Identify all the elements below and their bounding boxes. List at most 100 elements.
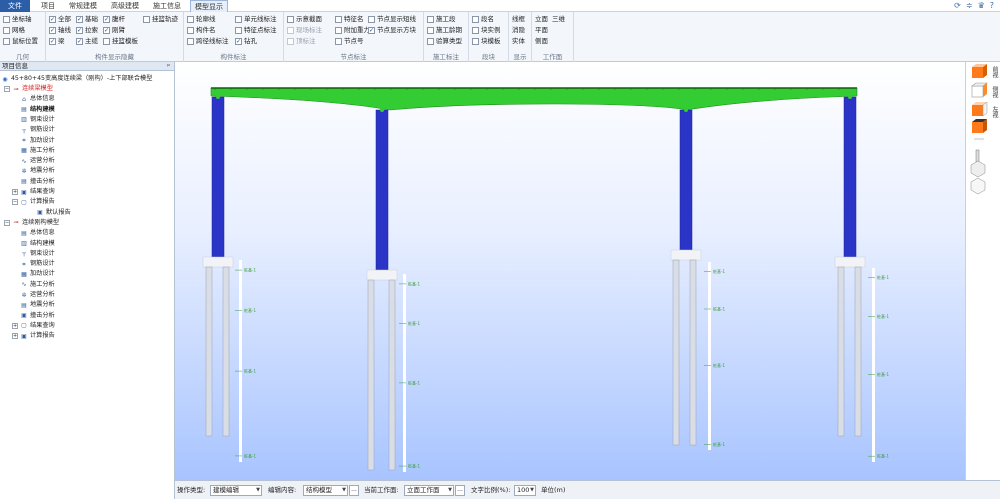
ribbon-checkbox-5-2[interactable]: 块模板 — [472, 37, 501, 46]
checkbox-checked-icon[interactable]: ✓ — [76, 27, 83, 34]
ribbon-checkbox-1-0[interactable]: ✓ 全部 — [49, 15, 71, 24]
ribbon-checkbox-2-0[interactable]: 轮廓线 — [187, 15, 216, 24]
checkbox-empty-icon[interactable] — [103, 38, 110, 45]
checkbox-checked-icon[interactable]: ✓ — [49, 38, 56, 45]
view-top-cube-icon[interactable] — [972, 119, 987, 133]
ribbon-button-7-1[interactable]: 三维 — [552, 15, 565, 24]
ribbon-checkbox-3-6[interactable]: 顶标注 — [287, 37, 316, 46]
ribbon-button-6-1[interactable]: 消隐 — [512, 26, 525, 35]
tree-node[interactable]: ⌂ 总体信息 — [12, 94, 55, 104]
ribbon-checkbox-3-1[interactable]: 特征名 — [335, 15, 364, 24]
tree-node[interactable]: − ▢ 计算报告 — [12, 197, 55, 207]
checkbox-empty-icon[interactable] — [3, 27, 10, 34]
ribbon-checkbox-2-1[interactable]: 单元线标注 — [235, 15, 277, 24]
tree-node[interactable]: + ▢ 结果查询 — [12, 321, 55, 331]
tree-node[interactable]: ▤ 地震分析 — [12, 300, 55, 310]
view-section-icon[interactable] — [975, 149, 980, 163]
ribbon-checkbox-3-5[interactable]: ✓ 节点显示方块 — [368, 26, 416, 35]
up-down-icon[interactable]: ≑ — [966, 1, 973, 11]
checkbox-empty-icon[interactable] — [335, 27, 342, 34]
view-3d-box-icon[interactable] — [970, 160, 986, 178]
checkbox-empty-icon[interactable] — [187, 16, 194, 23]
checkbox-empty-icon[interactable] — [287, 27, 294, 34]
checkbox-empty-icon[interactable] — [427, 38, 434, 45]
ribbon-checkbox-1-5[interactable]: ✓ 拉索 — [76, 26, 98, 35]
ribbon-checkbox-2-3[interactable]: 特征点标注 — [235, 26, 277, 35]
front-view-label[interactable]: 前视 — [990, 66, 999, 78]
collapse-icon[interactable]: − — [4, 86, 10, 92]
ribbon-checkbox-1-3[interactable]: 挂篮轨迹 — [143, 15, 178, 24]
ribbon-checkbox-2-5[interactable]: ✓ 钻孔 — [235, 37, 257, 46]
tree-node[interactable]: − ⊸ 连续梁模型 — [4, 84, 53, 94]
ribbon-checkbox-3-4[interactable]: 附加重力 — [335, 26, 370, 35]
side-view-label[interactable]: 侧视 — [990, 86, 999, 98]
ribbon-checkbox-0-0[interactable]: 坐标轴 — [3, 15, 32, 24]
checkbox-empty-icon[interactable] — [235, 27, 242, 34]
tree-node[interactable]: + ▣ 结果查询 — [12, 187, 55, 197]
view-iso-cube-icon[interactable] — [970, 177, 986, 195]
tree-node[interactable]: ▣ 默认报告 — [36, 208, 71, 218]
checkbox-empty-icon[interactable] — [472, 27, 479, 34]
model-viewport[interactable]: 桩基-1 桩基-1 桩基-1 桩基-1 桩基-1 桩基-1 桩基-1 桩基-1 桩基-1 桩基-1… — [175, 62, 965, 480]
collapse-icon[interactable]: − — [4, 219, 10, 226]
checkbox-empty-icon[interactable] — [3, 16, 10, 23]
ribbon-button-7-0[interactable]: 立面 — [535, 15, 548, 24]
checkbox-empty-icon[interactable] — [187, 38, 194, 45]
ribbon-checkbox-4-0[interactable]: 施工段 — [427, 15, 456, 24]
menu-tab-project[interactable]: 项目 — [36, 0, 60, 12]
checkbox-empty-icon[interactable] — [143, 16, 150, 23]
ribbon-checkbox-1-6[interactable]: ✓ 刚臂 — [103, 26, 125, 35]
ribbon-checkbox-1-4[interactable]: ✓ 轴线 — [49, 26, 71, 35]
menu-tab-regular-modeling[interactable]: 常规建模 — [64, 0, 102, 12]
tree-node[interactable]: ▤ 结构建模 — [12, 105, 55, 115]
tree-node[interactable]: ∿ 施工分析 — [12, 280, 54, 290]
edit-content-more-button[interactable]: ... — [349, 485, 359, 496]
checkbox-checked-icon[interactable]: ✓ — [103, 16, 110, 23]
tree-node[interactable]: ▥ 结构建模 — [12, 239, 55, 249]
work-plane-more-button[interactable]: ... — [455, 485, 465, 496]
ribbon-button-6-2[interactable]: 实体 — [512, 37, 525, 46]
checkbox-empty-icon[interactable] — [427, 27, 434, 34]
tree-node[interactable]: ✲ 运营分析 — [12, 290, 54, 300]
refresh-icon[interactable]: ⟳ — [954, 1, 961, 11]
checkbox-empty-icon[interactable] — [472, 16, 479, 23]
ribbon-button-7-3[interactable]: 侧面 — [535, 37, 548, 46]
ribbon-checkbox-5-1[interactable]: 块实例 — [472, 26, 501, 35]
ribbon-checkbox-1-7[interactable]: ✓ 梁 — [49, 37, 65, 46]
pin-icon[interactable]: ᵖ — [167, 62, 170, 71]
checkbox-checked-icon[interactable]: ✓ — [235, 38, 242, 45]
checkbox-empty-icon[interactable] — [3, 38, 10, 45]
view-side-cube-icon[interactable] — [971, 82, 988, 98]
checkbox-empty-icon[interactable] — [368, 16, 375, 23]
checkbox-empty-icon[interactable] — [335, 38, 342, 45]
checkbox-empty-icon[interactable] — [287, 16, 294, 23]
help-icon[interactable]: ? — [990, 1, 994, 11]
left-view-label[interactable]: 左视 — [990, 106, 999, 118]
edit-content-select[interactable]: 结构模型 ▼ — [303, 485, 348, 496]
tree-node[interactable]: ┬ 钢束设计 — [12, 249, 55, 259]
ribbon-checkbox-1-8[interactable]: ✓ 主缆 — [76, 37, 98, 46]
ribbon-checkbox-0-2[interactable]: 鼠标位置 — [3, 37, 38, 46]
tree-node[interactable]: ✲ 地震分析 — [12, 166, 54, 176]
ribbon-button-6-0[interactable]: 线框 — [512, 15, 525, 24]
tree-node[interactable]: ▤ 撞击分析 — [12, 177, 55, 187]
collapse-icon[interactable]: − — [12, 199, 18, 206]
ribbon-checkbox-4-2[interactable]: 验算类型 — [427, 37, 462, 46]
text-scale-select[interactable]: 100 ▼ — [514, 485, 536, 496]
checkbox-empty-icon[interactable] — [427, 16, 434, 23]
expand-icon[interactable]: + — [12, 333, 18, 340]
menu-tab-advanced-modeling[interactable]: 高级建模 — [106, 0, 144, 12]
tree-node[interactable]: ▥ 钢束设计 — [12, 115, 55, 125]
tree-node[interactable]: ⌗ 钢筋设计 — [12, 259, 54, 269]
ribbon-checkbox-3-3[interactable]: 现场标注 — [287, 26, 322, 35]
expand-icon[interactable]: + — [12, 322, 18, 329]
tree-node[interactable]: ▣ 撞击分析 — [12, 311, 55, 321]
menu-tab-construction-info[interactable]: 施工信息 — [148, 0, 186, 12]
ribbon-checkbox-2-2[interactable]: 构件名 — [187, 26, 216, 35]
expand-icon[interactable]: + — [12, 189, 18, 195]
checkbox-checked-icon[interactable]: ✓ — [76, 16, 83, 23]
tree-node[interactable]: ▤ 总体信息 — [12, 228, 55, 238]
ribbon-checkbox-2-4[interactable]: 跨径线标注 — [187, 37, 229, 46]
tree-node[interactable]: ▦ 加劲设计 — [12, 269, 55, 279]
view-left-cube-icon[interactable] — [972, 101, 988, 117]
